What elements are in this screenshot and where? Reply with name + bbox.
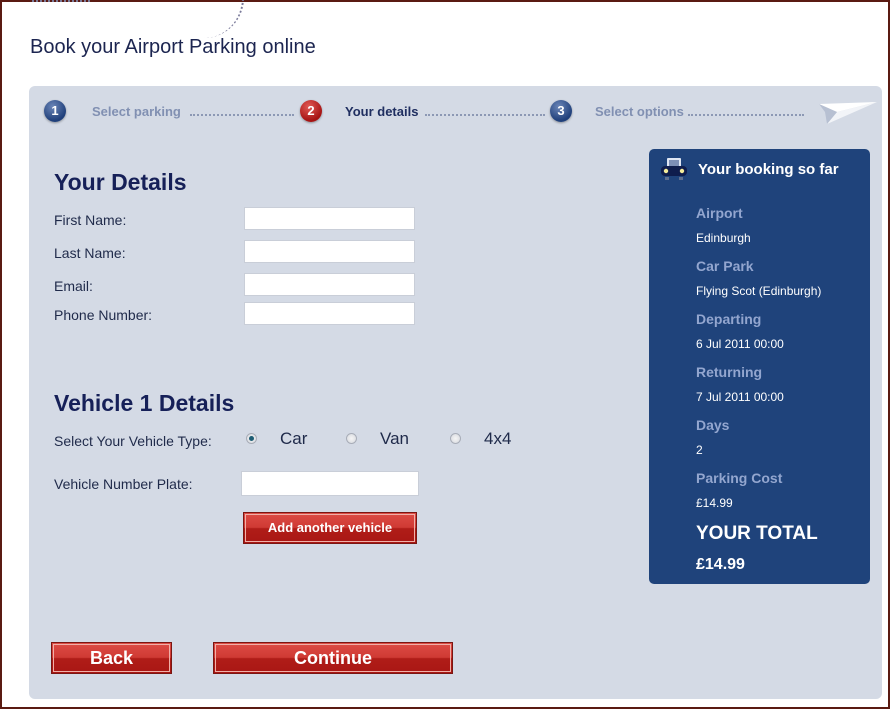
step-connector <box>425 114 545 116</box>
step-3-label: Select options <box>595 104 684 119</box>
summary-airport-key: Airport <box>696 205 743 221</box>
number-plate-input[interactable] <box>241 471 419 496</box>
vehicle-type-car-radio[interactable] <box>246 433 257 444</box>
phone-number-label: Phone Number: <box>54 307 153 323</box>
first-name-input[interactable] <box>244 207 415 230</box>
add-another-vehicle-button[interactable]: Add another vehicle <box>243 512 417 544</box>
step-3-badge: 3 <box>550 100 572 122</box>
page-frame: Book your Airport Parking online 1 Selec… <box>0 0 890 709</box>
back-button[interactable]: Back <box>51 642 172 674</box>
paper-plane-icon <box>819 102 877 124</box>
summary-airport-value: Edinburgh <box>696 231 751 245</box>
step-1-badge: 1 <box>44 100 66 122</box>
first-name-label: First Name: <box>54 212 127 228</box>
summary-returning-value: 7 Jul 2011 00:00 <box>696 390 784 404</box>
summary-total-value: £14.99 <box>696 556 745 573</box>
vehicle-type-car-label[interactable]: Car <box>280 429 307 449</box>
summary-departing-key: Departing <box>696 311 762 327</box>
summary-departing-value: 6 Jul 2011 00:00 <box>696 337 784 351</box>
summary-days-key: Days <box>696 417 730 433</box>
email-label: Email: <box>54 278 93 294</box>
vehicle-type-van-label[interactable]: Van <box>380 429 409 449</box>
continue-button[interactable]: Continue <box>213 642 453 674</box>
decorative-dotted-line <box>32 0 90 4</box>
summary-car-park-value: Flying Scot (Edinburgh) <box>696 284 822 298</box>
vehicle-type-van-radio[interactable] <box>346 433 357 444</box>
step-connector <box>688 114 804 116</box>
summary-returning-key: Returning <box>696 364 763 380</box>
progress-steps: 1 Select parking 2 Your details 3 Select… <box>44 100 877 126</box>
decorative-dotted-curve <box>202 0 244 38</box>
summary-title: Your booking so far <box>698 161 839 178</box>
page-title: Book your Airport Parking online <box>30 36 316 58</box>
summary-parking-cost-value: £14.99 <box>696 496 733 510</box>
summary-car-park-key: Car Park <box>696 258 754 274</box>
vehicle-type-4x4-radio[interactable] <box>450 433 461 444</box>
vehicle-details-heading: Vehicle 1 Details <box>54 390 235 416</box>
step-2-badge: 2 <box>300 100 322 122</box>
number-plate-label: Vehicle Number Plate: <box>54 476 193 492</box>
last-name-label: Last Name: <box>54 245 126 261</box>
summary-parking-cost-key: Parking Cost <box>696 470 783 486</box>
booking-panel: 1 Select parking 2 Your details 3 Select… <box>29 86 882 699</box>
step-1-label[interactable]: Select parking <box>92 104 181 119</box>
car-icon <box>661 158 687 180</box>
vehicle-type-4x4-label[interactable]: 4x4 <box>484 429 511 449</box>
vehicle-type-label: Select Your Vehicle Type: <box>54 433 212 449</box>
last-name-input[interactable] <box>244 240 415 263</box>
your-details-heading: Your Details <box>54 169 187 195</box>
step-2-label: Your details <box>345 104 419 119</box>
summary-total-label: YOUR TOTAL <box>696 523 818 544</box>
summary-days-value: 2 <box>696 443 703 457</box>
phone-number-input[interactable] <box>244 302 415 325</box>
booking-summary: Your booking so far Airport Edinburgh Ca… <box>649 149 870 584</box>
email-input[interactable] <box>244 273 415 296</box>
step-connector <box>190 114 294 116</box>
